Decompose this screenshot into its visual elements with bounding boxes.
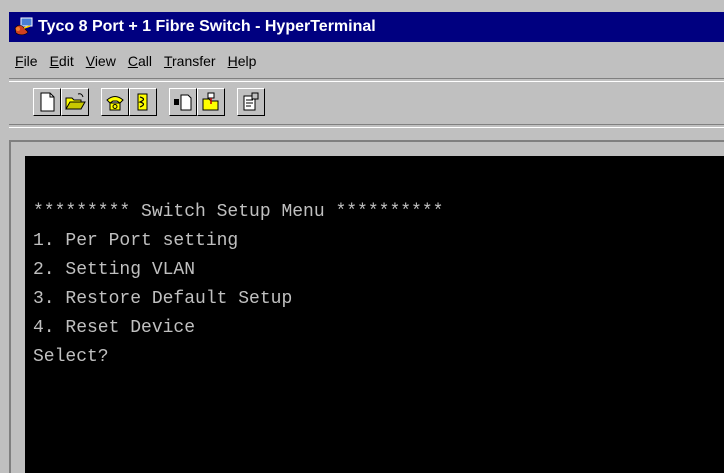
toolbar [9,82,724,122]
disconnect-button[interactable] [129,88,157,116]
terminal-line-option-2: 2. Setting VLAN [33,260,196,280]
disconnect-icon [137,93,148,111]
properties-icon [243,92,259,111]
terminal-frame: ********* Switch Setup Menu ********** 1… [9,140,724,473]
menu-transfer[interactable]: Transfer [164,53,216,69]
terminal-prompt: Select? [33,347,109,367]
hyperterminal-icon [14,17,33,36]
connect-button[interactable] [101,88,129,116]
terminal-screen[interactable]: ********* Switch Setup Menu ********** 1… [25,156,724,473]
send-button[interactable] [169,88,197,116]
open-icon [65,93,86,110]
connect-icon [106,96,124,111]
open-button[interactable] [61,88,89,116]
menu-help[interactable]: Help [228,53,257,69]
terminal-client-area: ********* Switch Setup Menu ********** 1… [9,128,724,473]
new-icon [40,92,55,112]
terminal-line-menu-header: ********* Switch Setup Menu ********** [33,202,444,222]
title-bar[interactable]: Tyco 8 Port + 1 Fibre Switch - HyperTerm… [9,12,724,42]
hyperterminal-window: Tyco 8 Port + 1 Fibre Switch - HyperTerm… [0,0,724,473]
terminal-line-option-4: 4. Reset Device [33,318,196,338]
new-button[interactable] [33,88,61,116]
menu-file[interactable]: File [15,53,38,69]
receive-icon [202,92,219,111]
terminal-line-option-1: 1. Per Port setting [33,231,239,251]
properties-button[interactable] [237,88,265,116]
window-title: Tyco 8 Port + 1 Fibre Switch - HyperTerm… [38,18,376,35]
send-icon [174,94,192,111]
menu-edit[interactable]: Edit [50,53,74,69]
menu-bar: File Edit View Call Transfer Help [9,44,724,78]
terminal-line-option-3: 3. Restore Default Setup [33,289,293,309]
menu-view[interactable]: View [86,53,116,69]
receive-button[interactable] [197,88,225,116]
menu-call[interactable]: Call [128,53,152,69]
